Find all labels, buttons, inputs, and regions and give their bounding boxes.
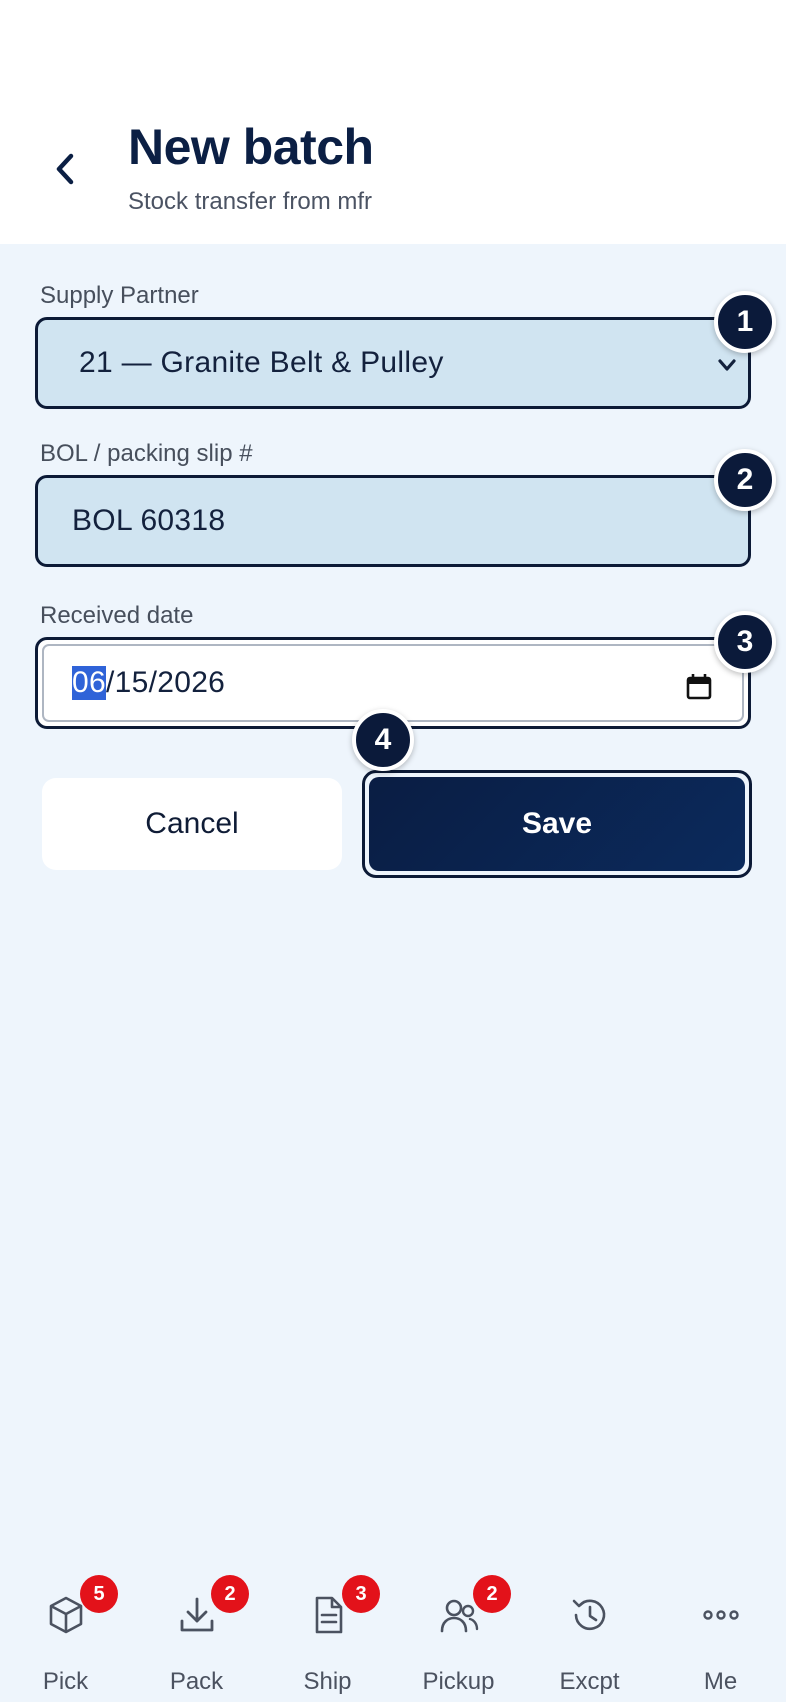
tab-exceptions[interactable]: Excpt — [524, 1575, 655, 1695]
bottom-tab-bar: 5 Pick 2 Pack 3 Ship 2 Pickup Excpt Me — [0, 1540, 786, 1702]
tab-ship-label: Ship — [303, 1668, 352, 1695]
more-icon — [703, 1610, 739, 1620]
tab-ship[interactable]: 3 Ship — [262, 1575, 393, 1695]
page-subtitle: Stock transfer from mfr — [128, 188, 373, 215]
step-badge-1: 1 — [714, 291, 776, 353]
document-icon — [315, 1596, 343, 1634]
download-icon — [180, 1597, 214, 1632]
bol-input[interactable]: BOL 60318 — [35, 475, 751, 567]
chevron-down-icon — [718, 359, 736, 371]
step-badge-4: 4 — [352, 709, 414, 771]
chevron-left-icon — [56, 153, 74, 185]
back-button[interactable] — [48, 146, 82, 192]
tab-pick-label: Pick — [42, 1668, 89, 1695]
step-badge-3: 3 — [714, 611, 776, 673]
supplier-select[interactable]: 21 — Granite Belt & Pulley — [35, 317, 751, 409]
tab-pickup-label: Pickup — [422, 1668, 495, 1695]
calendar-icon[interactable] — [686, 673, 712, 701]
cancel-button[interactable]: Cancel — [42, 778, 342, 870]
supplier-label: Supply Partner — [40, 282, 199, 309]
save-button[interactable]: Save — [369, 777, 745, 871]
tab-me[interactable]: Me — [655, 1575, 786, 1695]
history-icon — [572, 1599, 606, 1631]
save-button-focus-ring: Save — [362, 770, 752, 878]
date-month-segment[interactable]: 06 — [72, 666, 106, 700]
app-header: New batch Stock transfer from mfr — [0, 0, 786, 244]
users-icon — [440, 1599, 479, 1633]
supplier-select-value: 21 — Granite Belt & Pulley — [79, 346, 444, 379]
date-rest-segments[interactable]: /15/2026 — [106, 666, 225, 700]
tab-pack[interactable]: 2 Pack — [131, 1575, 262, 1695]
bol-label: BOL / packing slip # — [40, 440, 253, 467]
tab-pick-badge: 5 — [80, 1575, 118, 1613]
step-badge-2: 2 — [714, 449, 776, 511]
tab-me-label: Me — [703, 1668, 738, 1695]
tab-ship-badge: 3 — [342, 1575, 380, 1613]
tab-pack-label: Pack — [169, 1668, 224, 1695]
box-icon — [49, 1596, 83, 1634]
tab-pickup[interactable]: 2 Pickup — [393, 1575, 524, 1695]
tab-pickup-badge: 2 — [473, 1575, 511, 1613]
tab-pack-badge: 2 — [211, 1575, 249, 1613]
received-date-label: Received date — [40, 602, 194, 629]
tab-pick[interactable]: 5 Pick — [0, 1575, 131, 1695]
tab-exceptions-label: Excpt — [559, 1668, 620, 1695]
bol-input-value: BOL 60318 — [72, 504, 226, 537]
page-title: New batch — [128, 119, 374, 175]
